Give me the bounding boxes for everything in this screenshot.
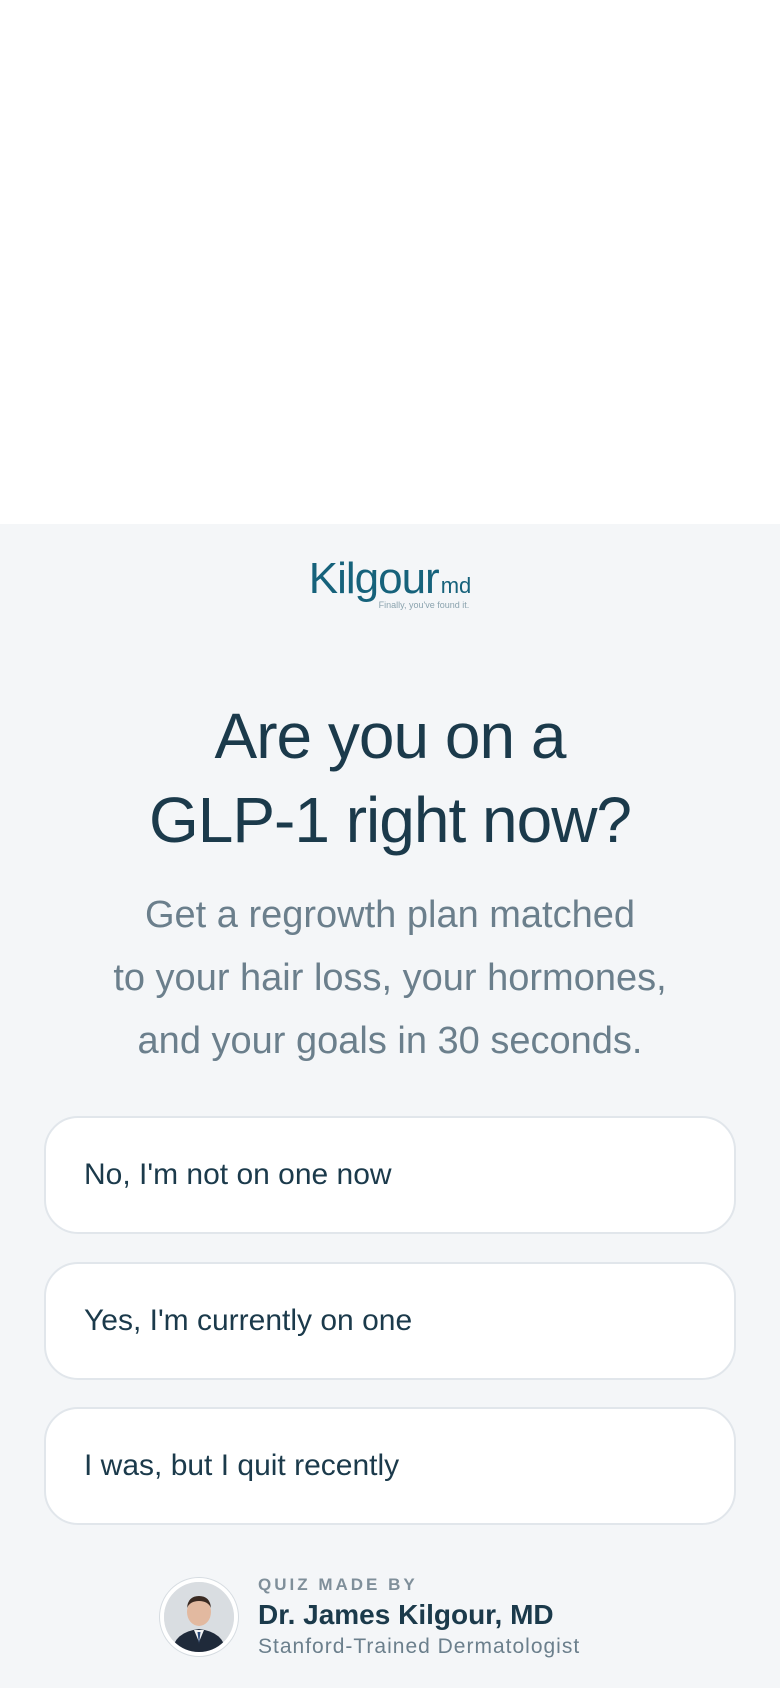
author-name: Dr. James Kilgour, MD [258, 1599, 554, 1630]
option-quit-recently-button[interactable]: I was, but I quit recently [44, 1407, 736, 1525]
page-title: Are you on a GLP-1 right now? [0, 694, 780, 862]
logo-name: Kilgour [308, 554, 440, 603]
author-credit: QUIZ MADE BY Dr. James Kilgour, MD Stanf… [160, 1575, 580, 1659]
author-title: Stanford-Trained Dermatologist [258, 1635, 581, 1658]
logo-tagline: Finally, you've found it. [378, 600, 470, 610]
option-label: No, I'm not on one now [84, 1158, 392, 1191]
option-label: I was, but I quit recently [84, 1449, 400, 1482]
page-subtitle-line-3: and your goals in 30 seconds. [137, 1020, 643, 1062]
author-eyebrow: QUIZ MADE BY [258, 1575, 418, 1594]
logo-wordmark: Kilgourmd Finally, you've found it. [309, 554, 472, 614]
top-blank-area [0, 0, 780, 524]
page-subtitle-line-2: to your hair loss, your hormones, [113, 957, 667, 999]
quiz-section: Kilgourmd Finally, you've found it. Are … [0, 524, 780, 1688]
option-label: Yes, I'm currently on one [84, 1304, 413, 1337]
brand-logo: Kilgourmd Finally, you've found it. [0, 554, 780, 614]
logo-suffix: md [440, 573, 472, 598]
author-info: QUIZ MADE BY Dr. James Kilgour, MD Stanf… [258, 1575, 580, 1659]
page-title-line-2: GLP-1 right now? [148, 784, 632, 856]
option-not-on-glp1-button[interactable]: No, I'm not on one now [44, 1116, 736, 1234]
page-subtitle-line-1: Get a regrowth plan matched [144, 894, 636, 936]
answer-options: No, I'm not on one now Yes, I'm currentl… [44, 1116, 736, 1553]
page-title-line-1: Are you on a [214, 700, 567, 772]
avatar [160, 1578, 238, 1656]
page-subtitle: Get a regrowth plan matched to your hair… [60, 884, 720, 1073]
option-currently-on-glp1-button[interactable]: Yes, I'm currently on one [44, 1262, 736, 1380]
doctor-portrait-icon [164, 1582, 234, 1652]
